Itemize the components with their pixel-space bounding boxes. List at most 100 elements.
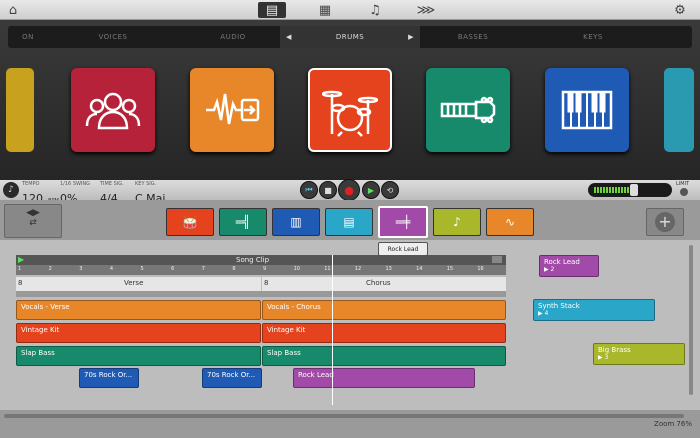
instrument-brass[interactable]: ♪ (433, 208, 481, 236)
instrument-guitar[interactable]: ═╪ (378, 206, 428, 238)
add-track-button[interactable]: + (646, 208, 684, 236)
category-audio[interactable]: AUDIO (188, 26, 278, 48)
vertical-scrollbar[interactable] (689, 245, 693, 395)
zoom-level: Zoom 76% (654, 420, 692, 428)
ruler-tick: 4 (109, 266, 114, 272)
tile-partial-right[interactable] (664, 68, 694, 152)
clip-slap-bass-1[interactable]: Slap Bass (16, 346, 261, 366)
arranger: ▶ Song Clip 1 2 3 4 5 6 7 8 9 10 11 12 13 14 15 16 8 Ve… (0, 240, 700, 410)
plus-icon: + (655, 212, 675, 232)
top-toolbar: ⌂ ▤ ▦ ♫ ⋙ ⚙ (0, 0, 700, 20)
ruler-tick: 13 (385, 266, 392, 272)
tile-partial-left[interactable] (6, 68, 34, 152)
mixer-icon[interactable]: ▦ (314, 2, 336, 18)
section-chorus[interactable]: 8 Chorus (262, 277, 506, 291)
ruler-tick: 7 (201, 266, 205, 272)
ruler-tick: 9 (263, 266, 267, 272)
ruler-tick: 5 (140, 266, 144, 272)
piano-keys-icon (561, 90, 613, 130)
song-clip-menu[interactable] (492, 256, 502, 263)
pool-clip-rock-lead[interactable]: Rock Lead ▶ 2 (539, 255, 599, 277)
ruler-tick: 6 (171, 266, 175, 272)
notes-icon[interactable]: ♫ (366, 2, 384, 18)
stop-button[interactable]: ■ (319, 181, 337, 199)
instrument-browser: ON VOICES AUDIO ◀ DRUMS ▶ BASSES KEYS (0, 20, 700, 180)
ruler-tick: 2 (48, 266, 52, 272)
tile-keys[interactable] (545, 68, 629, 152)
pool-clip-big-brass[interactable]: Big Brass ▶ 3 (593, 343, 685, 365)
tile-audio[interactable] (190, 68, 274, 152)
audio-wave-icon: ∿ (504, 215, 516, 229)
tile-drums[interactable] (308, 68, 392, 152)
timeline-ruler[interactable]: 1 2 3 4 5 6 7 8 9 10 11 12 13 14 15 16 (16, 265, 506, 275)
instrument-tooltip: Rock Lead (378, 242, 428, 256)
volume-slider-handle[interactable] (630, 184, 638, 196)
voices-icon (85, 92, 141, 130)
category-on[interactable]: ON (8, 26, 48, 48)
ruler-tick: 8 (232, 266, 236, 272)
ruler-tick: 1 (18, 266, 22, 272)
ruler-tick: 14 (416, 266, 423, 272)
instrument-keys[interactable]: ▥ (272, 208, 320, 236)
level-meter (594, 187, 634, 193)
category-basses[interactable]: BASSES (428, 26, 518, 48)
clip-vocals-verse[interactable]: Vocals - Verse (16, 300, 261, 320)
clip-vintage-kit-2[interactable]: Vintage Kit (262, 323, 506, 343)
category-bar: ON VOICES AUDIO ◀ DRUMS ▶ BASSES KEYS (8, 26, 692, 48)
play-song-icon[interactable]: ▶ (18, 255, 24, 265)
settings-icon[interactable]: ⚙ (668, 2, 692, 18)
arrange-icon[interactable]: ⋙ (416, 2, 436, 18)
rewind-button[interactable]: ⏮ (300, 181, 318, 199)
play-button[interactable]: ▶ (362, 181, 380, 199)
trumpet-icon: ♪ (453, 215, 461, 229)
bass-guitar-icon: ═╣ (235, 215, 251, 229)
category-voices[interactable]: VOICES (68, 26, 158, 48)
clip-vintage-kit-1[interactable]: Vintage Kit (16, 323, 261, 343)
limit-toggle[interactable] (680, 188, 688, 196)
piano-keys-icon: ▥ (290, 215, 302, 229)
drum-kit-icon (322, 90, 378, 137)
clip-70s-rock-organ-2[interactable]: 70s Rock Or... (202, 368, 262, 388)
metronome-icon[interactable]: ♪ (3, 182, 19, 198)
instrument-bass[interactable]: ═╣ (219, 208, 267, 236)
guitar-icon: ═╪ (395, 215, 411, 229)
clip-slap-bass-2[interactable]: Slap Bass (262, 346, 506, 366)
clip-70s-rock-organ-1[interactable]: 70s Rock Or... (79, 368, 139, 388)
clip-vocals-chorus[interactable]: Vocals - Chorus (262, 300, 506, 320)
synth-icon: ▤ (343, 215, 355, 229)
prev-category-button[interactable]: ◀ (286, 26, 292, 48)
ruler-tick: 10 (293, 266, 300, 272)
playhead[interactable] (332, 255, 333, 405)
browser-icon[interactable]: ▤ (258, 2, 286, 18)
horizontal-scrollbar[interactable] (4, 414, 684, 418)
bottom-bar: Zoom 76% (0, 410, 700, 438)
transport-bar: ♪ TEMPO 120 BPM 1/16 SWING 0% TIME SIG. … (0, 179, 700, 205)
ruler-tick: 11 (324, 266, 331, 272)
next-category-button[interactable]: ▶ (408, 26, 414, 48)
instrument-audio[interactable]: ∿ (486, 208, 534, 236)
track-instrument-bar: ◀▶ ⇄ 🥁 ═╣ ▥ ▤ ═╪ ♪ ∿ + (0, 200, 700, 240)
instrument-synth[interactable]: ▤ (325, 208, 373, 236)
section-divider (16, 291, 506, 297)
section-verse[interactable]: 8 Verse (16, 277, 261, 291)
tile-basses[interactable] (426, 68, 510, 152)
song-clip-label: Song Clip (236, 256, 270, 264)
audio-wave-icon (206, 93, 260, 125)
record-button[interactable]: ● (338, 179, 360, 201)
song-clip-header: ▶ Song Clip (16, 255, 506, 265)
ruler-tick: 3 (79, 266, 83, 272)
ruler-tick: 12 (354, 266, 362, 272)
loop-button[interactable]: ⟲ (381, 181, 399, 199)
home-icon[interactable]: ⌂ (4, 2, 22, 18)
arrows-icon: ◀▶ (26, 208, 40, 218)
category-keys[interactable]: KEYS (548, 26, 638, 48)
pool-clip-synth-stack[interactable]: Synth Stack ▶ 4 (533, 299, 655, 321)
master-volume-meter[interactable] (588, 183, 672, 197)
instrument-drums[interactable]: 🥁 (166, 208, 214, 236)
clip-rock-lead[interactable]: Rock Lead (293, 368, 475, 388)
link-icon: ⇄ (29, 218, 37, 228)
track-view-toggle[interactable]: ◀▶ ⇄ (4, 204, 62, 238)
category-drums[interactable]: ◀ DRUMS ▶ (280, 26, 420, 48)
tile-voices[interactable] (71, 68, 155, 152)
limit-label: LIMIT (676, 181, 690, 187)
